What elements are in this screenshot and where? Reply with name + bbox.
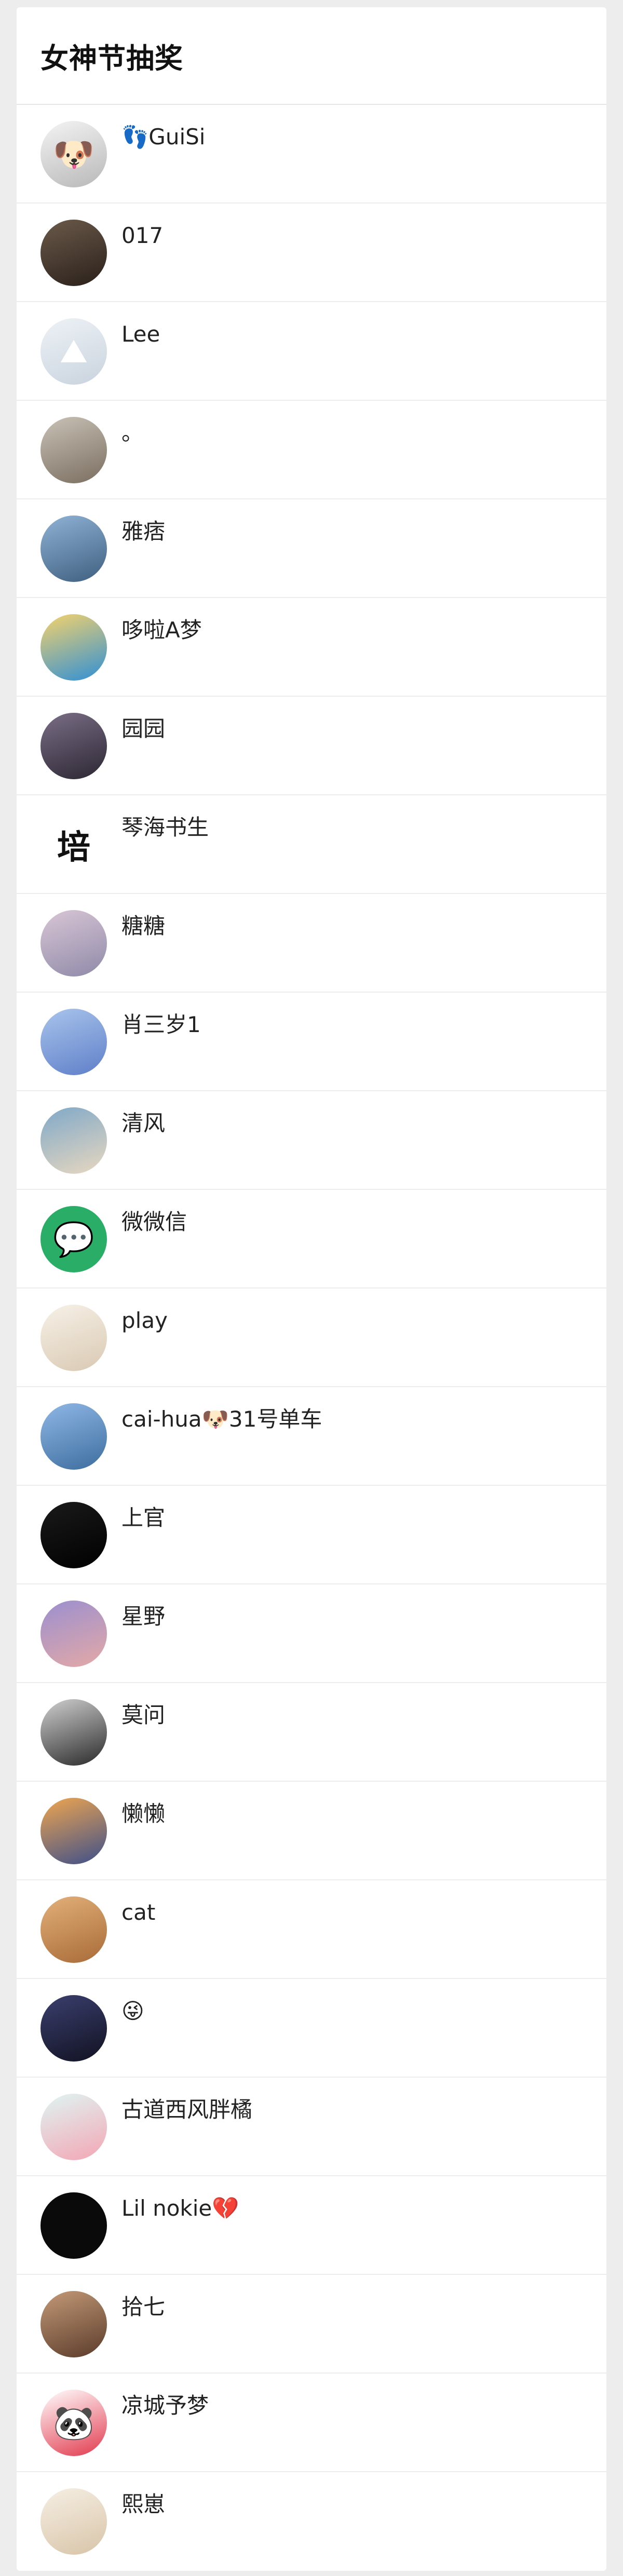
list-item[interactable]: cat <box>17 1880 606 1979</box>
list-item[interactable]: 糖糖 <box>17 894 606 993</box>
photo-avatar <box>40 417 107 483</box>
photo-avatar <box>40 1699 107 1766</box>
list-item[interactable]: 熙崽 <box>17 2472 606 2571</box>
list-item[interactable]: 。 <box>17 401 606 499</box>
list-item[interactable]: 培 琴海书生 <box>17 795 606 894</box>
participant-name: 懒懒 <box>121 1801 166 1826</box>
wechat-avatar: 💬 <box>40 1206 107 1272</box>
illustration-avatar <box>40 1305 107 1371</box>
participant-name: 星野 <box>121 1604 166 1629</box>
list-item[interactable]: 🐼 凉城予梦 <box>17 2374 606 2472</box>
list-item[interactable]: 园园 <box>17 697 606 795</box>
portrait-avatar <box>40 713 107 779</box>
avatar-glyph: 🐶 <box>53 135 94 174</box>
participant-name: 拾七 <box>121 2294 166 2320</box>
participant-name: 园园 <box>121 716 166 741</box>
photo-avatar <box>40 220 107 286</box>
panda-avatar: 🐼 <box>40 2390 107 2456</box>
participant-name: cai-hua🐶31号单车 <box>121 1406 322 1432</box>
participant-name: 熙崽 <box>121 2491 166 2517</box>
participant-name: 微微信 <box>121 1209 187 1235</box>
participant-name: 莫问 <box>121 1702 166 1728</box>
avatar-glyph: 培 <box>57 829 90 867</box>
list-item[interactable]: Lil nokie💔 <box>17 2176 606 2275</box>
list-item[interactable]: 拾七 <box>17 2275 606 2374</box>
list-item[interactable]: 💬 微微信 <box>17 1190 606 1289</box>
list-item[interactable]: 017 <box>17 204 606 302</box>
participant-name: Lee <box>121 321 160 347</box>
list-item[interactable]: 星野 <box>17 1584 606 1683</box>
participant-name: 清风 <box>121 1110 166 1136</box>
participant-name: 👣GuiSi <box>121 124 206 150</box>
illustration-avatar <box>40 2488 107 2555</box>
list-item[interactable]: 🐶 👣GuiSi <box>17 105 606 204</box>
cartoon-dog-avatar: 🐶 <box>40 121 107 187</box>
list-item[interactable]: 莫问 <box>17 1683 606 1782</box>
page-title: 女神节抽奖 <box>40 42 183 75</box>
night-avatar <box>40 1995 107 2062</box>
participant-name: 琴海书生 <box>121 815 209 840</box>
doraemon-avatar <box>40 614 107 681</box>
page-header: 女神节抽奖 <box>17 7 606 105</box>
patrick-avatar <box>40 2094 107 2160</box>
list-item[interactable]: ⛰ Lee <box>17 302 606 401</box>
list-item[interactable]: 😜 <box>17 1979 606 2078</box>
participant-name: 凉城予梦 <box>121 2393 209 2418</box>
sunset-avatar <box>40 1601 107 1667</box>
seaside-avatar <box>40 1009 107 1075</box>
portrait-avatar <box>40 910 107 977</box>
list-item[interactable]: 哆啦A梦 <box>17 598 606 697</box>
avatar-glyph: 💬 <box>53 1220 94 1259</box>
avatar-glyph: ⛰ <box>60 332 88 371</box>
toy-avatar <box>40 2291 107 2357</box>
lottery-card: 女神节抽奖 🐶 👣GuiSi 017 ⛰ Lee 。雅痞哆啦A梦园园培 琴海书生糖糖肖三岁1… <box>17 7 606 2571</box>
list-item[interactable]: play <box>17 1289 606 1387</box>
participant-name: 017 <box>121 223 164 248</box>
list-item[interactable]: 古道西风胖橘 <box>17 2078 606 2176</box>
participant-list: 🐶 👣GuiSi 017 ⛰ Lee 。雅痞哆啦A梦园园培 琴海书生糖糖肖三岁1 清风 💬 微微信… <box>17 105 606 2571</box>
sunset-avatar <box>40 1798 107 1864</box>
list-item[interactable]: 肖三岁1 <box>17 993 606 1091</box>
participant-name: cat <box>121 1900 156 1925</box>
landscape-avatar: ⛰ <box>40 318 107 385</box>
neon-avatar <box>40 2192 107 2259</box>
list-item[interactable]: 上官 <box>17 1486 606 1584</box>
participant-name: play <box>121 1308 168 1333</box>
participant-name: 糖糖 <box>121 913 166 939</box>
participant-name: 古道西风胖橘 <box>121 2097 253 2122</box>
participant-name: 。 <box>121 420 144 445</box>
seaside-avatar <box>40 1107 107 1174</box>
participant-name: 哆啦A梦 <box>121 617 202 643</box>
participant-name: 上官 <box>121 1505 166 1530</box>
photo-avatar <box>40 516 107 582</box>
participant-name: 雅痞 <box>121 519 166 544</box>
avatar-glyph: 🐼 <box>53 2404 94 2443</box>
list-item[interactable]: 雅痞 <box>17 499 606 598</box>
participant-name: 😜 <box>121 1998 144 2024</box>
cartoon-avatar <box>40 1502 107 1568</box>
list-item[interactable]: 懒懒 <box>17 1782 606 1880</box>
cyclist-avatar <box>40 1403 107 1470</box>
participant-name: 肖三岁1 <box>121 1012 201 1037</box>
cat-avatar <box>40 1896 107 1963</box>
calligraphy-avatar: 培 <box>40 811 107 878</box>
participant-name: Lil nokie💔 <box>121 2195 239 2221</box>
list-item[interactable]: 清风 <box>17 1091 606 1190</box>
list-item[interactable]: cai-hua🐶31号单车 <box>17 1387 606 1486</box>
